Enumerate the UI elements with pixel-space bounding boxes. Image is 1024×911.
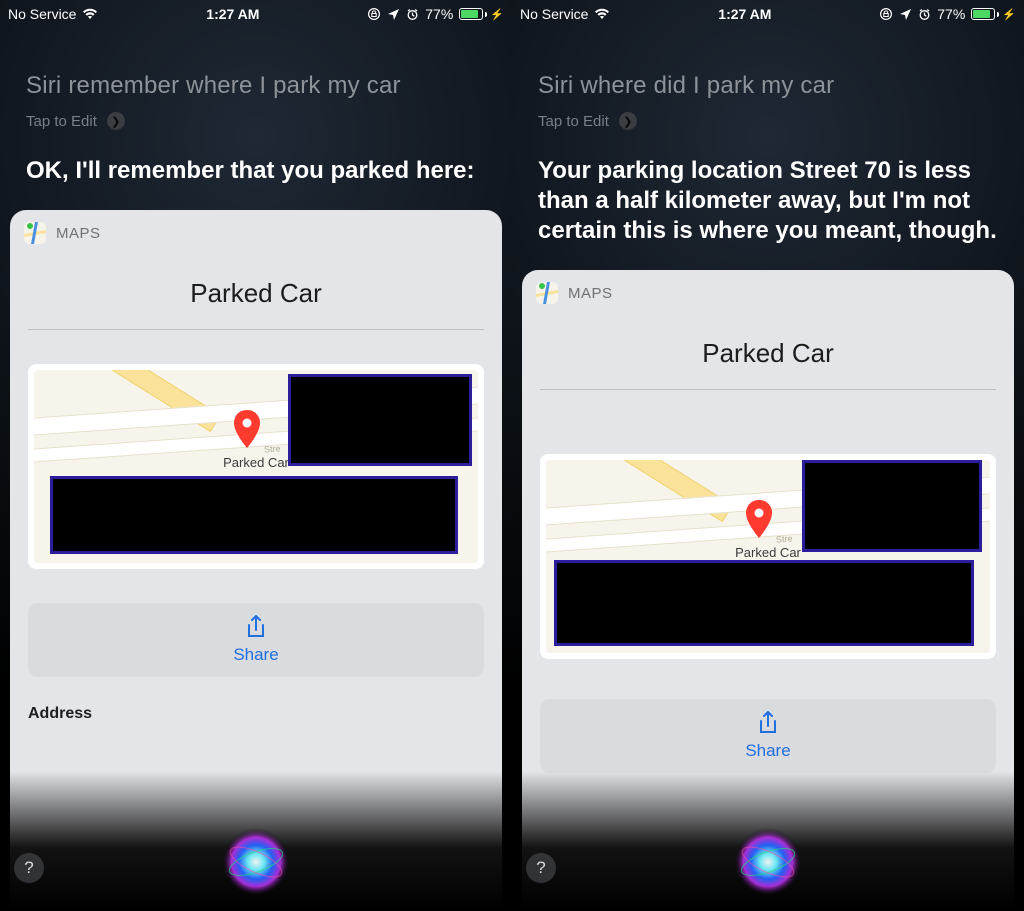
share-label: Share bbox=[233, 645, 278, 665]
divider bbox=[28, 329, 484, 330]
map-pin-icon bbox=[232, 410, 262, 450]
card-title: Parked Car bbox=[10, 254, 502, 329]
redaction-box bbox=[802, 460, 982, 552]
redaction-box bbox=[554, 560, 974, 646]
share-button[interactable]: Share bbox=[540, 699, 996, 773]
siri-screen-right: No Service 1:27 AM 77% ⚡ Siri wh bbox=[512, 0, 1024, 911]
maps-app-icon bbox=[536, 282, 558, 304]
clock: 1:27 AM bbox=[718, 6, 771, 22]
clock: 1:27 AM bbox=[206, 6, 259, 22]
wifi-icon bbox=[82, 8, 98, 20]
maps-app-icon bbox=[24, 222, 46, 244]
maps-card[interactable]: MAPS Parked Car Stre Parked Car Share Ad… bbox=[10, 210, 502, 911]
share-icon bbox=[757, 711, 779, 737]
siri-response-text: OK, I'll remember that you parked here: bbox=[0, 142, 512, 204]
map-thumbnail[interactable]: Stre Parked Car bbox=[540, 454, 996, 659]
siri-orb-icon[interactable] bbox=[217, 823, 295, 901]
battery-icon: ⚡ bbox=[971, 8, 1016, 21]
orientation-lock-icon bbox=[879, 7, 893, 21]
battery-icon: ⚡ bbox=[459, 8, 504, 21]
map-thumbnail[interactable]: Stre Parked Car bbox=[28, 364, 484, 569]
siri-help-button[interactable]: ? bbox=[14, 853, 44, 883]
tap-to-edit-label: Tap to Edit bbox=[26, 113, 97, 130]
status-bar: No Service 1:27 AM 77% ⚡ bbox=[0, 0, 512, 28]
maps-card[interactable]: MAPS Parked Car Stre Parked Car Share bbox=[522, 270, 1014, 911]
divider bbox=[540, 389, 996, 390]
tap-to-edit[interactable]: Tap to Edit ❯ bbox=[538, 112, 998, 130]
maps-app-label: MAPS bbox=[56, 225, 101, 242]
chevron-right-icon: ❯ bbox=[107, 112, 125, 130]
siri-screen-left: No Service 1:27 AM 77% ⚡ Siri re bbox=[0, 0, 512, 911]
battery-percent: 77% bbox=[425, 6, 453, 22]
share-icon bbox=[245, 615, 267, 641]
map-pin-label: Parked Car bbox=[223, 455, 289, 470]
card-title: Parked Car bbox=[522, 314, 1014, 389]
status-bar: No Service 1:27 AM 77% ⚡ bbox=[512, 0, 1024, 28]
carrier-label: No Service bbox=[8, 6, 76, 22]
battery-percent: 77% bbox=[937, 6, 965, 22]
siri-user-query: Siri remember where I park my car bbox=[26, 72, 486, 100]
share-button[interactable]: Share bbox=[28, 603, 484, 677]
location-icon bbox=[387, 8, 400, 21]
orientation-lock-icon bbox=[367, 7, 381, 21]
share-label: Share bbox=[745, 741, 790, 761]
redaction-box bbox=[288, 374, 472, 466]
street-label-fragment: Stre bbox=[264, 443, 281, 454]
maps-app-label: MAPS bbox=[568, 285, 613, 302]
street-label-fragment: Stre bbox=[776, 533, 793, 544]
alarm-icon bbox=[918, 8, 931, 21]
siri-orb-icon[interactable] bbox=[729, 823, 807, 901]
redaction-box bbox=[50, 476, 458, 554]
tap-to-edit[interactable]: Tap to Edit ❯ bbox=[26, 112, 486, 130]
chevron-right-icon: ❯ bbox=[619, 112, 637, 130]
map-pin-icon bbox=[744, 500, 774, 540]
address-heading: Address bbox=[10, 677, 502, 723]
location-icon bbox=[899, 8, 912, 21]
tap-to-edit-label: Tap to Edit bbox=[538, 113, 609, 130]
siri-user-query: Siri where did I park my car bbox=[538, 72, 998, 100]
carrier-label: No Service bbox=[520, 6, 588, 22]
wifi-icon bbox=[594, 8, 610, 20]
map-pin-label: Parked Car bbox=[735, 545, 801, 560]
siri-response-text: Your parking location Street 70 is less … bbox=[512, 142, 1024, 264]
siri-help-button[interactable]: ? bbox=[526, 853, 556, 883]
alarm-icon bbox=[406, 8, 419, 21]
